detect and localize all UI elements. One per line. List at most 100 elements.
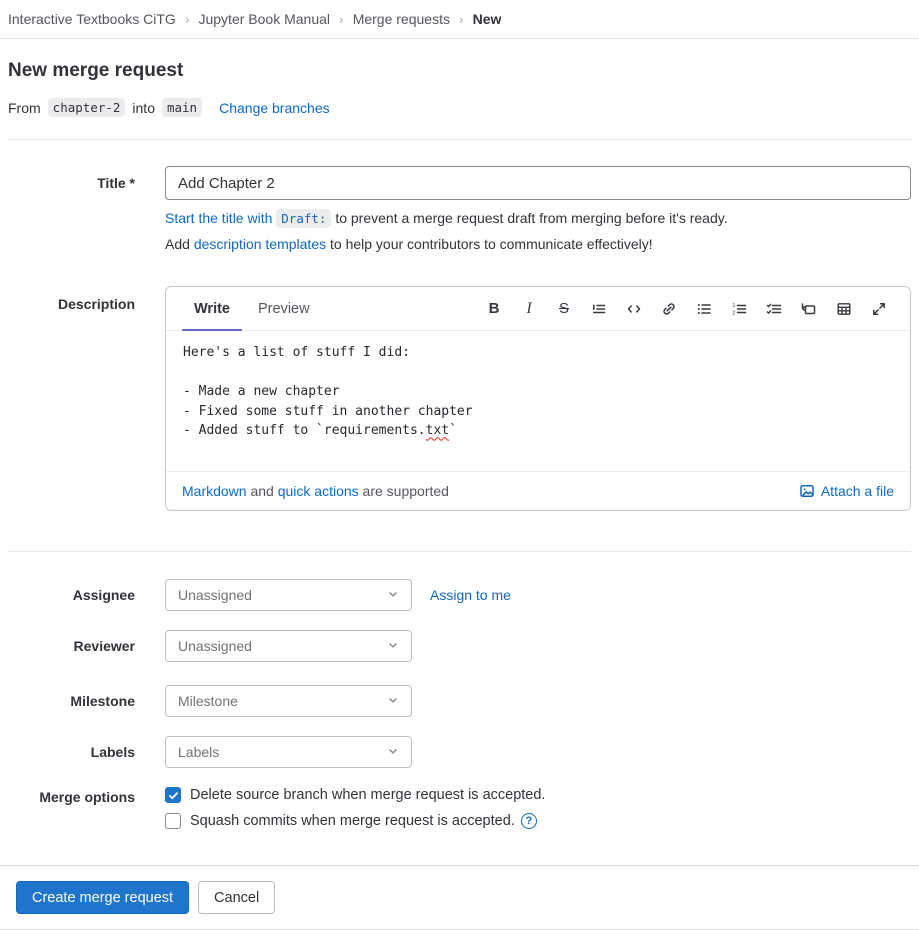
task-list-icon	[766, 303, 782, 314]
editor-footer: Markdown and quick actions are supported…	[166, 471, 910, 510]
assign-to-me-link[interactable]: Assign to me	[430, 587, 511, 603]
bullet-list-icon	[697, 303, 711, 314]
chevron-down-icon	[389, 749, 397, 754]
delete-source-branch-option[interactable]: Delete source branch when merge request …	[165, 787, 911, 803]
breadcrumb-group-link[interactable]: Interactive Textbooks CiTG	[8, 11, 176, 27]
labels-row: Labels Labels	[8, 736, 911, 768]
markdown-editor: Write Preview B I S 1 2 Here's a list of…	[165, 286, 911, 511]
merge-options-row: Merge options Delete source branch when …	[8, 787, 911, 839]
description-line	[183, 365, 893, 385]
start-title-with-draft-link[interactable]: Start the title with	[165, 210, 272, 226]
table-icon	[837, 302, 851, 315]
form-actions: Create merge request Cancel	[0, 865, 919, 930]
change-branches-link[interactable]: Change branches	[219, 100, 330, 116]
link-icon	[663, 302, 675, 315]
delete-source-branch-label: Delete source branch when merge request …	[190, 787, 546, 803]
squash-commits-label: Squash commits when merge request is acc…	[190, 813, 515, 829]
delete-source-branch-checkbox[interactable]	[165, 787, 181, 803]
chevron-down-icon	[389, 698, 397, 703]
italic-button[interactable]: I	[514, 294, 544, 324]
breadcrumb-current-page: New	[472, 11, 502, 27]
tab-preview[interactable]: Preview	[246, 287, 322, 330]
bold-button[interactable]: B	[479, 294, 509, 324]
bullet-list-button[interactable]	[689, 294, 719, 324]
strikethrough-icon: S	[558, 300, 569, 317]
assignee-label: Assignee	[72, 587, 135, 603]
breadcrumb-separator-icon: ›	[184, 11, 190, 27]
breadcrumb: Interactive Textbooks CiTG › Jupyter Boo…	[0, 0, 919, 39]
page-title: New merge request	[8, 60, 184, 81]
footer-and-text: and	[246, 483, 278, 499]
markdown-toolbar: Write Preview B I S 1 2	[166, 287, 910, 331]
draft-hint-row: Start the title with Draft: to prevent a…	[8, 209, 911, 228]
title-input[interactable]	[165, 166, 911, 200]
breadcrumb-merge-requests-link[interactable]: Merge requests	[353, 11, 450, 27]
chevron-down-icon	[389, 643, 397, 648]
squash-commits-option[interactable]: Squash commits when merge request is acc…	[165, 813, 911, 829]
quote-button[interactable]	[584, 294, 614, 324]
description-label: Description	[57, 296, 135, 312]
full-screen-icon	[873, 302, 885, 315]
description-templates-link[interactable]: description templates	[194, 236, 326, 252]
misspelled-word: txt	[425, 423, 450, 439]
templates-hint-row: Add description templates to help your c…	[8, 235, 911, 254]
templates-hint-suffix: to help your contributors to communicate…	[326, 236, 653, 252]
bold-icon: B	[488, 300, 500, 317]
quick-actions-help-link[interactable]: quick actions	[278, 483, 359, 499]
collapsible-section-button[interactable]	[794, 294, 824, 324]
link-button[interactable]	[654, 294, 684, 324]
description-line: - Made a new chapter	[183, 384, 340, 400]
section-divider	[8, 551, 911, 552]
tab-write[interactable]: Write	[182, 287, 242, 331]
attach-file-icon	[800, 485, 814, 497]
italic-icon: I	[526, 299, 532, 317]
description-row: Description Write Preview B I S 1 2 Here…	[8, 286, 911, 511]
labels-dropdown[interactable]: Labels	[165, 736, 412, 768]
title-row: Title *	[8, 166, 911, 200]
merge-options-label: Merge options	[39, 789, 135, 805]
title-label: Title *	[97, 175, 135, 191]
squash-commits-checkbox[interactable]	[165, 813, 181, 829]
source-branch-chip: chapter-2	[47, 98, 126, 117]
task-list-button[interactable]	[759, 294, 789, 324]
head-divider	[8, 139, 911, 140]
description-line: - Added stuff to `requirements.txt`	[183, 423, 457, 439]
templates-hint-prefix: Add	[165, 236, 194, 252]
description-textarea[interactable]: Here's a list of stuff I did: - Made a n…	[166, 331, 910, 471]
target-branch-chip: main	[161, 98, 203, 117]
code-icon	[627, 304, 641, 313]
assignee-dropdown[interactable]: Unassigned	[165, 579, 412, 611]
reviewer-row: Reviewer Unassigned	[8, 630, 911, 662]
collapsible-section-icon	[801, 302, 816, 314]
full-screen-button[interactable]	[864, 294, 894, 324]
chevron-down-icon	[389, 592, 397, 597]
reviewer-label: Reviewer	[73, 638, 135, 654]
numbered-list-button[interactable]: 12	[724, 294, 754, 324]
milestone-label: Milestone	[70, 693, 135, 709]
breadcrumb-project-link[interactable]: Jupyter Book Manual	[198, 11, 330, 27]
attach-file-button[interactable]: Attach a file	[799, 483, 894, 499]
description-line: Here's a list of stuff I did:	[183, 345, 410, 360]
breadcrumb-separator-icon: ›	[458, 11, 464, 27]
cancel-button[interactable]: Cancel	[198, 881, 276, 914]
reviewer-dropdown[interactable]: Unassigned	[165, 630, 412, 662]
squash-help-icon[interactable]: ?	[520, 813, 537, 829]
create-merge-request-button[interactable]: Create merge request	[16, 881, 190, 914]
table-button[interactable]	[829, 294, 859, 324]
markdown-help-link[interactable]: Markdown	[182, 483, 247, 499]
into-label: into	[132, 99, 155, 116]
milestone-row: Milestone Milestone	[8, 685, 911, 717]
svg-text:2: 2	[732, 310, 735, 316]
description-line: - Fixed some stuff in another chapter	[183, 403, 473, 419]
branch-summary: From chapter-2 into main Change branches	[8, 98, 911, 117]
code-button[interactable]	[619, 294, 649, 324]
quote-icon	[593, 303, 606, 313]
from-label: From	[8, 99, 41, 116]
milestone-dropdown[interactable]: Milestone	[165, 685, 412, 717]
labels-label: Labels	[90, 744, 135, 760]
strikethrough-button[interactable]: S	[549, 294, 579, 324]
draft-code-chip: Draft:	[276, 209, 332, 228]
numbered-list-icon: 12	[732, 303, 747, 316]
draft-hint-text: to prevent a merge request draft from me…	[331, 210, 728, 226]
check-icon	[168, 791, 178, 799]
